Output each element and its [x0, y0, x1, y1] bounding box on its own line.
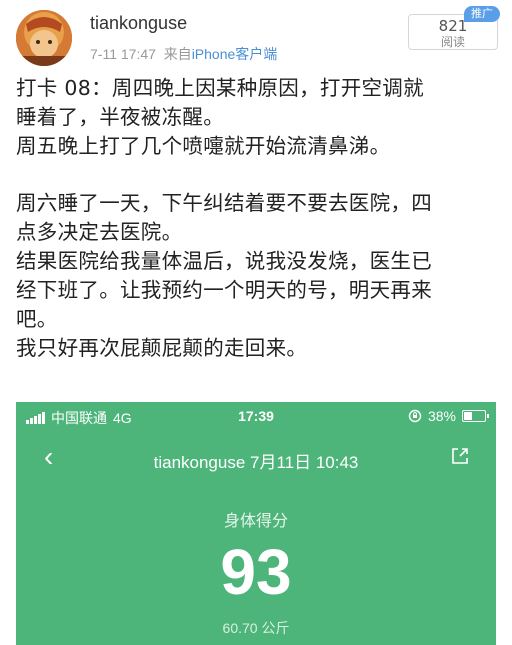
- battery-icon: [462, 410, 489, 422]
- post-line: 周五晚上打了几个喷嚏就开始流清鼻涕。: [16, 134, 391, 158]
- score-label: 身体得分: [223, 513, 288, 530]
- nav-title: tiankonguse 7月11日 10:43: [153, 453, 359, 472]
- battery-percent: 38%: [427, 408, 456, 424]
- read-label: 阅读: [440, 35, 465, 49]
- source-link[interactable]: iPhone客户端: [192, 46, 278, 62]
- post-header: tiankonguse 7-11 17:47 来自iPhone客户端 821 阅…: [0, 0, 512, 72]
- avatar[interactable]: [16, 10, 72, 66]
- weight-value: 60.70 公斤: [222, 620, 290, 636]
- avatar-image: [16, 10, 72, 66]
- post-line: 打卡 08：周四晚上因某种原因，打开空调就: [16, 76, 424, 100]
- post-body: 打卡 08：周四晚上因某种原因，打开空调就 睡着了，半夜被冻醒。 周五晚上打了几…: [16, 74, 500, 363]
- username[interactable]: tiankonguse: [90, 13, 187, 34]
- share-icon[interactable]: [450, 446, 470, 466]
- post-line: 点多决定去医院。: [16, 220, 183, 244]
- post-line: 周六睡了一天，下午纠结着要不要去医院，四: [16, 191, 432, 215]
- rotation-lock-icon: [408, 409, 422, 423]
- nav-bar: ‹ tiankonguse 7月11日 10:43: [16, 438, 496, 478]
- post-time: 7-11 17:47: [90, 46, 156, 62]
- post-line: 经下班了。让我预约一个明天的号，明天再来: [16, 278, 432, 302]
- phone-status-bar: 中国联通 4G 17:39 38%: [16, 402, 496, 430]
- status-right: 38%: [408, 408, 489, 424]
- body-score: 93: [220, 536, 292, 608]
- promo-badge[interactable]: 推广: [464, 6, 500, 22]
- post-line: 吧。: [16, 307, 58, 331]
- battery-fill: [464, 412, 472, 420]
- attached-screenshot[interactable]: 中国联通 4G 17:39 38% ‹ tiankonguse 7月11日 10…: [16, 402, 496, 645]
- post-meta: 7-11 17:47 来自iPhone客户端: [90, 44, 277, 64]
- post-line: 我只好再次屁颠屁颠的走回来。: [16, 336, 308, 360]
- source-prefix: 来自: [163, 46, 192, 62]
- post-line: 结果医院给我量体温后，说我没发烧，医生已: [16, 249, 432, 273]
- post-line: 睡着了，半夜被冻醒。: [16, 105, 224, 129]
